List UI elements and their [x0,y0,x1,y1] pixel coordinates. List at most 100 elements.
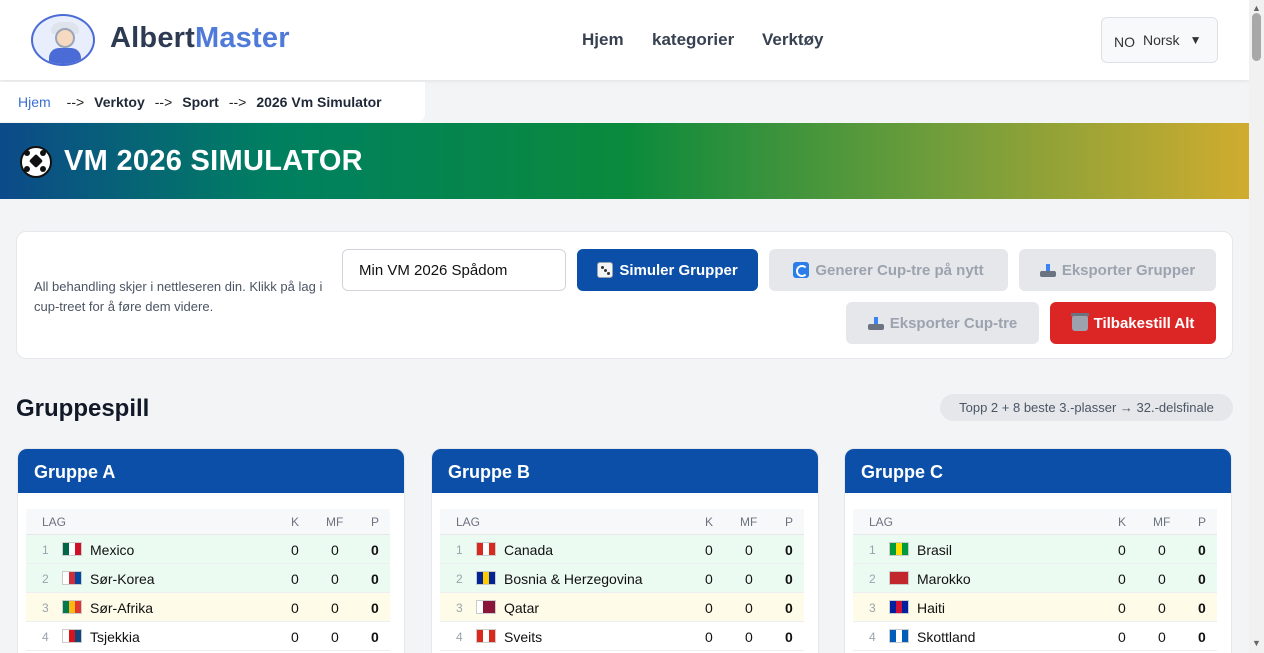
team-points: 0 [371,571,379,587]
table-row[interactable]: 1 Mexico 0 0 0 [26,535,390,564]
dice-icon [597,262,614,278]
team-rank: 3 [456,601,463,615]
table-row[interactable]: 3 Qatar 0 0 0 [440,593,804,622]
table-row[interactable]: 3 Haiti 0 0 0 [853,593,1217,622]
flag-icon [889,600,909,614]
export-groups-button[interactable]: Eksporter Grupper [1019,249,1216,291]
scroll-down-arrow-icon[interactable]: ▼ [1252,638,1261,648]
table-row[interactable]: 2 Sør-Korea 0 0 0 [26,564,390,593]
breadcrumb-tools-link[interactable]: Verktoy [94,94,145,110]
simulate-groups-label: Simuler Grupper [619,261,738,279]
team-rank: 4 [42,630,49,644]
team-mf: 0 [331,629,339,645]
team-rank: 2 [42,572,49,586]
team-k: 0 [291,542,299,558]
table-row[interactable]: 4 Sveits 0 0 0 [440,622,804,651]
reset-all-button[interactable]: Tilbakestill Alt [1050,302,1216,344]
group-title: Gruppe B [432,449,818,493]
table-row[interactable]: 2 Bosnia & Herzegovina 0 0 0 [440,564,804,593]
team-rank: 2 [456,572,463,586]
regenerate-cup-tree-label: Generer Cup-tre på nytt [815,261,984,279]
team-name: Brasil [917,542,953,558]
team-rank: 3 [42,601,49,615]
logo-wordmark[interactable]: AlbertMaster [110,22,290,55]
standings-header-row: LAG K MF P [440,509,804,535]
qualification-note-badge: Topp 2 + 8 beste 3.-plasser → 32.-delsfi… [940,394,1233,421]
flag-icon [62,571,82,585]
team-points: 0 [1198,542,1206,558]
export-groups-label: Eksporter Grupper [1061,261,1196,279]
table-row[interactable]: 4 Skottland 0 0 0 [853,622,1217,651]
soccer-ball-icon [20,146,52,178]
group-card: Gruppe C LAG K MF P 1 Brasil 0 0 0 2 Marokko 0 0 0 3 Hai… [844,448,1232,653]
flag-icon [889,542,909,556]
standings-header-row: LAG K MF P [853,509,1217,535]
col-k-header: K [705,515,714,529]
nav-home-link[interactable]: Hjem [582,30,624,50]
nav-tools-link[interactable]: Verktøy [762,30,823,50]
team-points: 0 [785,571,793,587]
table-row[interactable]: 2 Marokko 0 0 0 [853,564,1217,593]
col-mf-header: MF [326,515,344,529]
team-rank: 4 [869,630,876,644]
breadcrumb-sport-link[interactable]: Sport [182,94,219,110]
trash-icon [1070,313,1089,331]
standings-table: LAG K MF P 1 Mexico 0 0 0 2 Sør-Korea 0 0 0 3 Sør-Afrik… [26,509,390,651]
scrollbar-thumb[interactable] [1252,13,1261,61]
flag-icon [889,629,909,643]
team-name: Sør-Korea [90,571,155,587]
team-mf: 0 [331,542,339,558]
team-points: 0 [371,600,379,616]
team-k: 0 [705,600,713,616]
group-card: Gruppe B LAG K MF P 1 Canada 0 0 0 2 Bosnia & Herze… [431,448,819,653]
team-mf: 0 [745,542,753,558]
team-rank: 1 [42,543,49,557]
team-name: Sveits [504,629,543,645]
team-k: 0 [291,600,299,616]
flag-icon [476,629,496,643]
scroll-up-arrow-icon[interactable]: ▲ [1252,3,1261,13]
team-mf: 0 [1158,629,1166,645]
flag-icon [889,571,909,585]
team-name: Mexico [90,542,135,558]
standings-table: LAG K MF P 1 Canada 0 0 0 2 Bosnia & Herzegovina 0 0… [440,509,804,651]
col-mf-header: MF [1153,515,1171,529]
standings-table: LAG K MF P 1 Brasil 0 0 0 2 Marokko 0 0 0 3 Haiti 0 0 0 4 Sk… [853,509,1217,651]
page-scrollbar[interactable]: ▲ ▼ [1249,0,1264,653]
team-k: 0 [705,542,713,558]
breadcrumb-home-link[interactable]: Hjem [18,94,51,110]
language-select[interactable]: NO Norsk ▼ [1101,17,1218,63]
col-p-header: P [371,515,380,529]
export-cup-tree-label: Eksporter Cup-tre [889,314,1018,332]
export-cup-tree-button[interactable]: Eksporter Cup-tre [846,302,1039,344]
group-stage-heading: Gruppespill [16,395,150,422]
table-row[interactable]: 4 Tsjekkia 0 0 0 [26,622,390,651]
team-k: 0 [705,571,713,587]
team-rank: 3 [869,601,876,615]
team-name: Haiti [917,600,946,616]
table-row[interactable]: 1 Brasil 0 0 0 [853,535,1217,564]
table-row[interactable]: 1 Canada 0 0 0 [440,535,804,564]
logo-mascot-icon[interactable] [31,14,95,66]
team-name: Qatar [504,600,540,616]
table-row[interactable]: 3 Sør-Afrika 0 0 0 [26,593,390,622]
flag-icon [476,571,496,585]
language-code: NO [1114,34,1135,50]
chevron-down-icon: ▼ [1189,33,1202,47]
col-k-header: K [1118,515,1127,529]
breadcrumb-separator: --> [228,94,247,110]
simulate-groups-button[interactable]: Simuler Grupper [577,249,758,291]
col-team-header: LAG [869,515,894,529]
regenerate-cup-tree-button[interactable]: Generer Cup-tre på nytt [769,249,1008,291]
site-header: AlbertMaster Hjem kategorier Verktøy NO … [0,0,1249,80]
breadcrumb-separator: --> [154,94,173,110]
prediction-name-input[interactable] [342,249,566,291]
team-name: Marokko [917,571,971,587]
col-team-header: LAG [456,515,481,529]
controls-card: All behandling skjer i nettleseren din. … [16,231,1233,359]
team-points: 0 [1198,571,1206,587]
group-title: Gruppe A [18,449,404,493]
nav-categories-link[interactable]: kategorier [652,30,734,50]
flag-icon [476,600,496,614]
download-tray-icon [867,315,884,331]
